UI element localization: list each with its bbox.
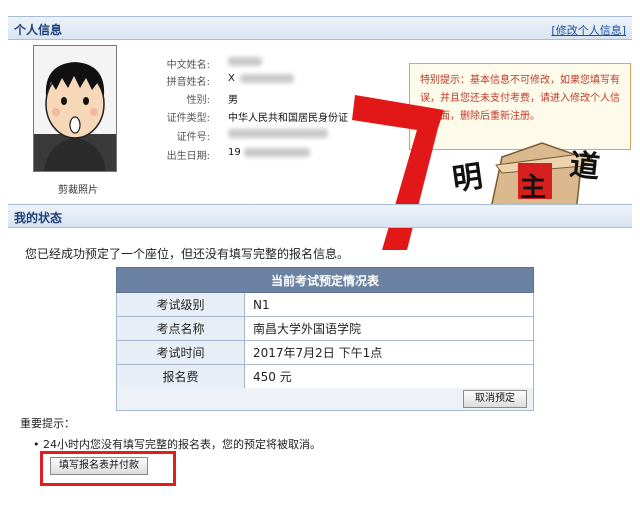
birth-date-value-blurred — [244, 148, 310, 157]
logo-char-dao: 道 — [567, 147, 602, 186]
exam-time-label: 考试时间 — [116, 340, 245, 365]
chinese-name-label: 中文姓名: — [166, 60, 210, 71]
watermark-logo: 明 主 道 — [450, 135, 615, 215]
fee-value: 450 元 — [244, 364, 534, 389]
table-row: 考试时间 2017年7月2日 下午1点 — [116, 340, 534, 365]
personal-info-title: 个人信息 — [14, 23, 63, 37]
id-type-label: 证件类型: — [166, 113, 210, 124]
exam-time-value: 2017年7月2日 下午1点 — [244, 340, 534, 365]
fee-label: 报名费 — [116, 364, 245, 389]
important-notice-item: • 24小时内您没有填写完整的报名表，您的预定将被取消。 — [33, 438, 321, 451]
personal-info-header: 个人信息 [修改个人信息] — [8, 16, 632, 40]
chinese-name-value-blurred — [228, 57, 262, 66]
test-center-value: 南昌大学外国语学院 — [244, 316, 534, 341]
reservation-table-title: 当前考试预定情况表 — [116, 267, 534, 293]
reservation-table: 当前考试预定情况表 考试级别 N1 考点名称 南昌大学外国语学院 考试时间 20… — [116, 267, 534, 389]
my-status-title: 我的状态 — [14, 211, 63, 225]
id-number-label: 证件号: — [176, 132, 210, 143]
test-center-label: 考点名称 — [116, 316, 245, 341]
applicant-photo — [33, 45, 117, 172]
pinyin-name-value-blurred — [240, 74, 294, 83]
id-type-value: 中华人民共和国居民身份证 — [228, 113, 348, 124]
red-seven-overlay — [352, 95, 444, 250]
cartoon-face-icon — [34, 62, 116, 171]
modify-personal-info-link[interactable]: [修改个人信息] — [551, 22, 626, 38]
cancel-reservation-button[interactable]: 取消预定 — [463, 390, 527, 408]
important-notice-title: 重要提示： — [20, 417, 75, 430]
gender-value: 男 — [228, 95, 238, 106]
table-row: 考点名称 南昌大学外国语学院 — [116, 316, 534, 341]
pinyin-name-value: X — [228, 73, 235, 84]
id-number-value-blurred — [228, 129, 328, 138]
pinyin-name-label: 拼音姓名: — [166, 77, 210, 88]
table-row: 考试级别 N1 — [116, 292, 534, 317]
logo-char-zhu: 主 — [520, 173, 547, 203]
exam-level-label: 考试级别 — [116, 292, 245, 317]
exam-level-value: N1 — [244, 292, 534, 317]
birth-date-value: 19 — [228, 147, 241, 158]
logo-char-ming: 明 — [450, 159, 485, 198]
reservation-table-footer: 取消预定 — [116, 388, 534, 411]
status-message: 您已经成功预定了一个座位，但还没有填写完整的报名信息。 — [25, 247, 350, 261]
crop-photo-caption[interactable]: 剪裁照片 — [58, 181, 98, 196]
table-row: 报名费 450 元 — [116, 364, 534, 389]
my-status-header: 我的状态 — [8, 204, 632, 228]
gender-label: 性别: — [186, 95, 210, 106]
birth-date-label: 出生日期: — [166, 151, 210, 162]
fill-form-and-pay-button[interactable]: 填写报名表并付款 — [50, 457, 148, 475]
